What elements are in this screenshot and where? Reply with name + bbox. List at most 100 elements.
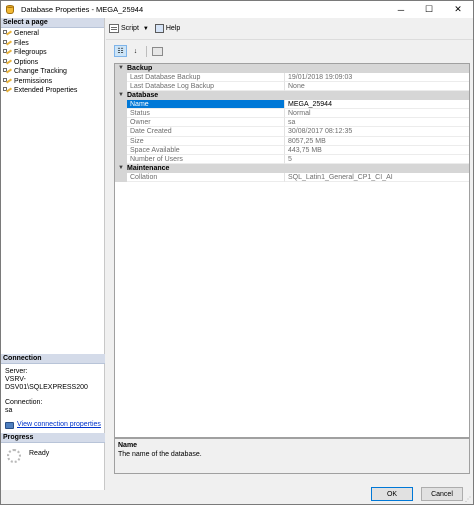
connection-value: sa — [5, 407, 13, 414]
category-maintenance[interactable]: ▼ Maintenance — [115, 163, 469, 173]
help-label: Help — [165, 25, 181, 32]
select-page-header: Select a page — [1, 18, 104, 28]
wrench-page-icon — [3, 30, 13, 37]
wrench-page-icon — [3, 77, 13, 85]
property-row-last-database-backup[interactable]: Last Database Backup 19/01/2018 19:09:03 — [115, 73, 469, 83]
window-title: Database Properties - MEGA_25944 — [21, 5, 144, 14]
window-controls: ─ ☐ ✕ — [387, 1, 473, 18]
page-item-general[interactable]: General — [1, 29, 104, 39]
page-item-label: Options — [14, 58, 39, 66]
property-row-number-of-users[interactable]: Number of Users 5 — [115, 154, 469, 164]
page-item-files[interactable]: Files — [1, 39, 104, 49]
view-connection-properties-link[interactable]: View connection properties — [5, 421, 101, 429]
page-item-label: Change Tracking — [14, 68, 67, 76]
page-list: General Files Filegroups Options Change … — [1, 28, 104, 96]
property-value: MEGA_25944 — [285, 100, 469, 110]
property-row-date-created[interactable]: Date Created 30/08/2017 08:12:35 — [115, 127, 469, 137]
page-item-extended-properties[interactable]: Extended Properties — [1, 86, 104, 96]
property-row-size[interactable]: Size 8057,25 MB — [115, 136, 469, 146]
resize-grip-icon[interactable]: ⋰ — [465, 496, 471, 503]
sort-alphabetical-icon: ↓ — [133, 47, 138, 55]
chevron-down-icon[interactable]: ▼ — [143, 26, 149, 32]
property-row-status[interactable]: Status Normal — [115, 109, 469, 119]
property-row-last-database-log-backup[interactable]: Last Database Log Backup None — [115, 82, 469, 92]
page-item-change-tracking[interactable]: Change Tracking — [1, 67, 104, 77]
property-value: Normal — [285, 109, 469, 119]
category-label: Database — [127, 92, 159, 100]
connection-section: Connection Server: VSRV-DSV01\SQLEXPRESS… — [1, 354, 105, 433]
collapse-icon[interactable]: ▼ — [115, 164, 127, 173]
categorized-button[interactable]: ☷ — [114, 45, 127, 57]
property-row-collation[interactable]: Collation SQL_Latin1_General_CP1_CI_AI — [115, 172, 469, 182]
database-icon — [5, 4, 15, 15]
wrench-page-icon — [3, 68, 13, 75]
page-item-options[interactable]: Options — [1, 58, 104, 68]
page-item-filegroups[interactable]: Filegroups — [1, 48, 104, 58]
progress-body: Ready — [1, 443, 105, 468]
property-value: 19/01/2018 19:09:03 — [285, 73, 469, 83]
description-text: The name of the database. — [118, 451, 202, 458]
property-name: Number of Users — [127, 154, 285, 164]
property-name: Last Database Log Backup — [127, 82, 285, 92]
property-pages-icon — [152, 46, 163, 56]
page-item-permissions[interactable]: Permissions — [1, 77, 104, 87]
left-pane: Select a page General Files Filegroups O… — [1, 18, 105, 490]
property-grid: ▼ Backup Last Database Backup 19/01/2018… — [114, 63, 470, 438]
help-button[interactable]: Help — [154, 24, 181, 33]
property-row-space-available[interactable]: Space Available 443,75 MB — [115, 145, 469, 155]
progress-spinner-icon — [7, 449, 21, 463]
property-name: Last Database Backup — [127, 73, 285, 83]
progress-status: Ready — [29, 450, 50, 457]
toolbar: Script ▼ Help — [106, 18, 473, 40]
property-row-name[interactable]: Name MEGA_25944 — [115, 100, 469, 110]
property-name: Collation — [127, 172, 285, 182]
property-value: 5 — [285, 155, 469, 164]
close-button[interactable]: ✕ — [443, 1, 473, 18]
script-icon — [109, 24, 119, 33]
script-button[interactable]: Script ▼ — [109, 24, 149, 33]
wrench-page-icon — [3, 39, 13, 47]
category-database[interactable]: ▼ Database — [115, 91, 469, 101]
property-row-owner[interactable]: Owner sa — [115, 118, 469, 128]
property-value: 443,75 MB — [285, 146, 469, 155]
collapse-icon[interactable]: ▼ — [115, 64, 127, 73]
title-bar[interactable]: Database Properties - MEGA_25944 ─ ☐ ✕ — [1, 1, 473, 18]
property-value: 8057,25 MB — [285, 137, 469, 146]
category-label: Backup — [127, 65, 153, 72]
property-name: Status — [127, 109, 285, 119]
ok-button[interactable]: OK — [371, 487, 413, 501]
progress-section: Progress Ready — [1, 433, 105, 468]
connection-properties-icon — [5, 421, 14, 429]
description-panel: Name The name of the database. — [114, 438, 470, 474]
property-pages-button[interactable] — [151, 45, 164, 57]
script-label: Script — [121, 25, 139, 32]
connection-header: Connection — [1, 354, 105, 364]
property-name: Date Created — [127, 127, 285, 137]
toolbar-separator — [146, 45, 147, 57]
help-icon — [154, 24, 164, 33]
categorized-icon: ☷ — [117, 48, 124, 55]
page-item-label: Filegroups — [14, 49, 47, 57]
maximize-button[interactable]: ☐ — [415, 1, 443, 18]
page-item-label: Permissions — [14, 77, 53, 85]
alphabetical-button[interactable]: ↓ — [129, 45, 142, 57]
property-value: SQL_Latin1_General_CP1_CI_AI — [285, 173, 469, 182]
page-item-label: Files — [14, 39, 29, 47]
database-properties-window: Database Properties - MEGA_25944 ─ ☐ ✕ S… — [0, 0, 474, 505]
view-connection-properties-label[interactable]: View connection properties — [17, 421, 101, 429]
server-value: VSRV-DSV01\SQLEXPRESS200 — [5, 376, 88, 391]
collapse-icon[interactable]: ▼ — [115, 91, 127, 100]
property-value: sa — [285, 118, 469, 128]
connection-label: Connection: — [5, 399, 43, 406]
property-name: Space Available — [127, 145, 285, 155]
property-grid-toolbar: ☷ ↓ — [106, 43, 473, 59]
property-name: Name — [127, 100, 285, 110]
wrench-page-icon — [3, 87, 13, 94]
description-title: Name — [118, 442, 138, 449]
page-item-label: General — [14, 30, 39, 38]
minimize-button[interactable]: ─ — [387, 1, 415, 18]
category-label: Maintenance — [127, 164, 170, 172]
cancel-button[interactable]: Cancel — [421, 487, 463, 501]
category-backup[interactable]: ▼ Backup — [115, 64, 469, 73]
property-name: Size — [127, 136, 285, 146]
